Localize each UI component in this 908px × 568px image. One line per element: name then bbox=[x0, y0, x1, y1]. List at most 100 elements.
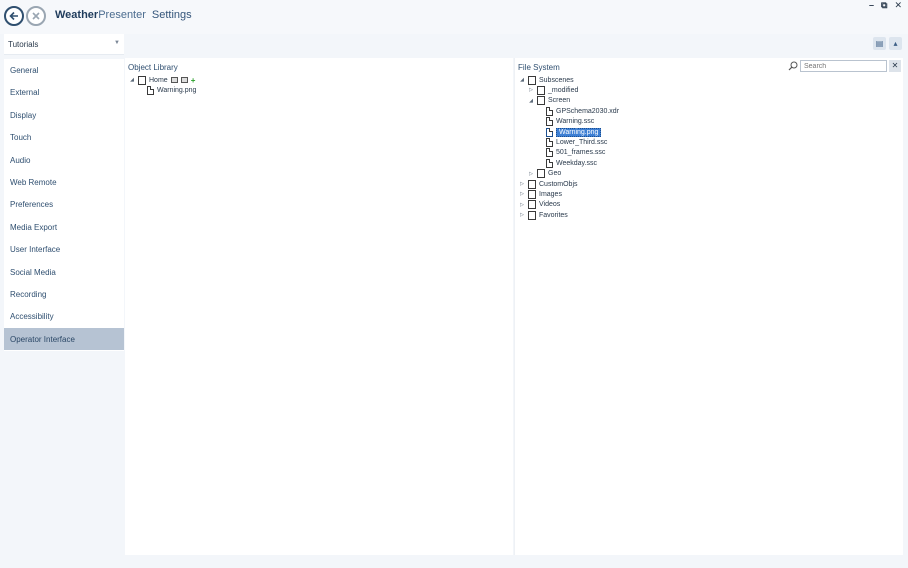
folder-icon bbox=[528, 179, 536, 189]
expand-icon[interactable]: ▷ bbox=[519, 202, 525, 208]
folder-icon bbox=[528, 210, 536, 220]
folder-icon bbox=[528, 189, 536, 199]
tree-node-warning-ssc[interactable]: Warning.ssc bbox=[546, 117, 594, 127]
tree-label-warning-png-selected: Warning.png bbox=[556, 127, 602, 137]
tree-node-subscenes[interactable]: ◢ Subscenes bbox=[519, 75, 574, 85]
sidebar-item-recording[interactable]: Recording bbox=[4, 283, 124, 305]
dropdown-value: Tutorials bbox=[8, 40, 39, 49]
search-input[interactable] bbox=[800, 60, 887, 72]
tree-label-screen: Screen bbox=[548, 97, 571, 105]
file-icon bbox=[546, 148, 553, 158]
sidebar: Tutorials ▼ General External Display Tou… bbox=[4, 34, 124, 554]
tree-label-geo: Geo bbox=[548, 170, 562, 178]
user-button[interactable]: ▴ bbox=[889, 37, 902, 50]
expand-icon[interactable]: ▷ bbox=[528, 87, 534, 93]
window-close-button[interactable]: ✕ bbox=[894, 0, 902, 11]
tree-label-501-frames: 501_frames.ssc bbox=[556, 149, 606, 157]
file-icon bbox=[546, 137, 553, 147]
sidebar-item-web-remote[interactable]: Web Remote bbox=[4, 171, 124, 193]
settings-nav: General External Display Touch Audio Web… bbox=[4, 59, 124, 351]
tree-node-images[interactable]: ▷ Images bbox=[519, 189, 562, 199]
back-button[interactable] bbox=[4, 6, 24, 26]
object-library-title: Object Library bbox=[128, 63, 178, 72]
sidebar-item-user-interface[interactable]: User Interface bbox=[4, 238, 124, 260]
expand-icon[interactable]: ▷ bbox=[519, 191, 525, 197]
sidebar-item-display[interactable]: Display bbox=[4, 104, 124, 126]
tree-node-screen[interactable]: ◢ Screen bbox=[528, 96, 570, 106]
tree-label-weekday: Weekday.ssc bbox=[556, 159, 597, 167]
file-system-title: File System bbox=[518, 63, 560, 72]
sidebar-item-audio[interactable]: Audio bbox=[4, 149, 124, 171]
tree-node-favorites[interactable]: ▷ Favorites bbox=[519, 210, 568, 220]
tree-node-501-frames[interactable]: 501_frames.ssc bbox=[546, 148, 605, 158]
tree-label-images: Images bbox=[539, 190, 562, 198]
copy-icon[interactable] bbox=[170, 77, 178, 83]
tree-label-videos: Videos bbox=[539, 201, 561, 209]
title-bar: WeatherPresenter Settings – ⧉ ✕ bbox=[0, 0, 908, 34]
tree-label-modified: _modified bbox=[548, 86, 579, 94]
database-icon: ▤ bbox=[875, 39, 884, 48]
add-icon[interactable]: + bbox=[191, 76, 196, 85]
expand-icon[interactable]: ▷ bbox=[528, 171, 534, 177]
sidebar-item-media-export[interactable]: Media Export bbox=[4, 216, 124, 238]
sidebar-item-touch[interactable]: Touch bbox=[4, 126, 124, 148]
save-icon[interactable] bbox=[180, 77, 188, 83]
chevron-down-icon: ▼ bbox=[114, 40, 120, 46]
folder-icon bbox=[537, 96, 545, 106]
file-icon bbox=[147, 85, 154, 95]
minimize-button[interactable]: – bbox=[869, 0, 874, 11]
tree-node-weekday[interactable]: Weekday.ssc bbox=[546, 158, 597, 168]
sidebar-item-general[interactable]: General bbox=[4, 59, 124, 81]
tree-node-geo[interactable]: ▷ Geo bbox=[528, 169, 561, 179]
tree-node-home[interactable]: ◢ Home + bbox=[129, 75, 195, 85]
tree-label-customobjs: CustomObjs bbox=[539, 180, 578, 188]
tree-label-warning-ssc: Warning.ssc bbox=[556, 118, 595, 126]
user-icon: ▴ bbox=[893, 39, 898, 48]
page-title: Settings bbox=[151, 9, 192, 21]
close-button[interactable] bbox=[26, 6, 46, 26]
restore-button[interactable]: ⧉ bbox=[881, 0, 887, 11]
arrow-left-icon bbox=[9, 11, 18, 21]
tree-node-warning-png[interactable]: Warning.png bbox=[147, 85, 196, 95]
close-icon: ✕ bbox=[891, 61, 899, 70]
database-button[interactable]: ▤ bbox=[873, 37, 886, 50]
window-controls: – ⧉ ✕ bbox=[869, 0, 902, 11]
collapse-icon[interactable]: ◢ bbox=[519, 77, 525, 83]
tree-label-gpschema: GPSchema2030.xdr bbox=[556, 107, 620, 115]
tree-label-lower-third: Lower_Third.ssc bbox=[556, 138, 608, 146]
sidebar-item-accessibility[interactable]: Accessibility bbox=[4, 305, 124, 327]
file-icon bbox=[546, 117, 553, 127]
folder-icon bbox=[528, 75, 536, 85]
sidebar-item-social-media[interactable]: Social Media bbox=[4, 261, 124, 283]
sidebar-item-operator-interface[interactable]: Operator Interface bbox=[4, 327, 124, 351]
tree-node-customobjs[interactable]: ▷ CustomObjs bbox=[519, 179, 578, 189]
tree-label-home: Home bbox=[149, 76, 168, 84]
folder-icon bbox=[537, 169, 545, 179]
tree-node-lower-third[interactable]: Lower_Third.ssc bbox=[546, 137, 607, 147]
tree-node-modified[interactable]: ▷ _modified bbox=[528, 85, 578, 95]
file-icon bbox=[546, 106, 553, 116]
folder-icon bbox=[138, 75, 146, 85]
tree-label-subscenes: Subscenes bbox=[539, 76, 574, 84]
tree-node-gpschema[interactable]: GPSchema2030.xdr bbox=[546, 106, 619, 116]
tree-node-warning-png[interactable]: Warning.png bbox=[546, 127, 602, 137]
file-icon bbox=[546, 127, 553, 137]
expand-icon[interactable]: ▷ bbox=[519, 181, 525, 187]
tree-label-favorites: Favorites bbox=[539, 211, 568, 219]
sidebar-item-external[interactable]: External bbox=[4, 81, 124, 103]
expand-icon[interactable]: ▷ bbox=[519, 212, 525, 218]
app-name-light: Presenter bbox=[98, 9, 146, 21]
collapse-icon[interactable]: ◢ bbox=[528, 98, 534, 104]
app-title: WeatherPresenter Settings bbox=[55, 9, 192, 21]
tree-node-videos[interactable]: ▷ Videos bbox=[519, 200, 560, 210]
search-clear-button[interactable]: ✕ bbox=[889, 60, 901, 72]
folder-icon bbox=[537, 85, 545, 95]
tree-label-warning-png: Warning.png bbox=[157, 86, 197, 94]
search-icon[interactable] bbox=[788, 61, 798, 71]
object-library-panel: Object Library ◢ Home + Warning.png bbox=[125, 58, 513, 555]
tutorials-dropdown[interactable]: Tutorials ▼ bbox=[4, 34, 124, 55]
sidebar-item-preferences[interactable]: Preferences bbox=[4, 193, 124, 215]
file-icon bbox=[546, 158, 553, 168]
collapse-icon[interactable]: ◢ bbox=[129, 77, 135, 83]
close-icon bbox=[32, 12, 40, 20]
